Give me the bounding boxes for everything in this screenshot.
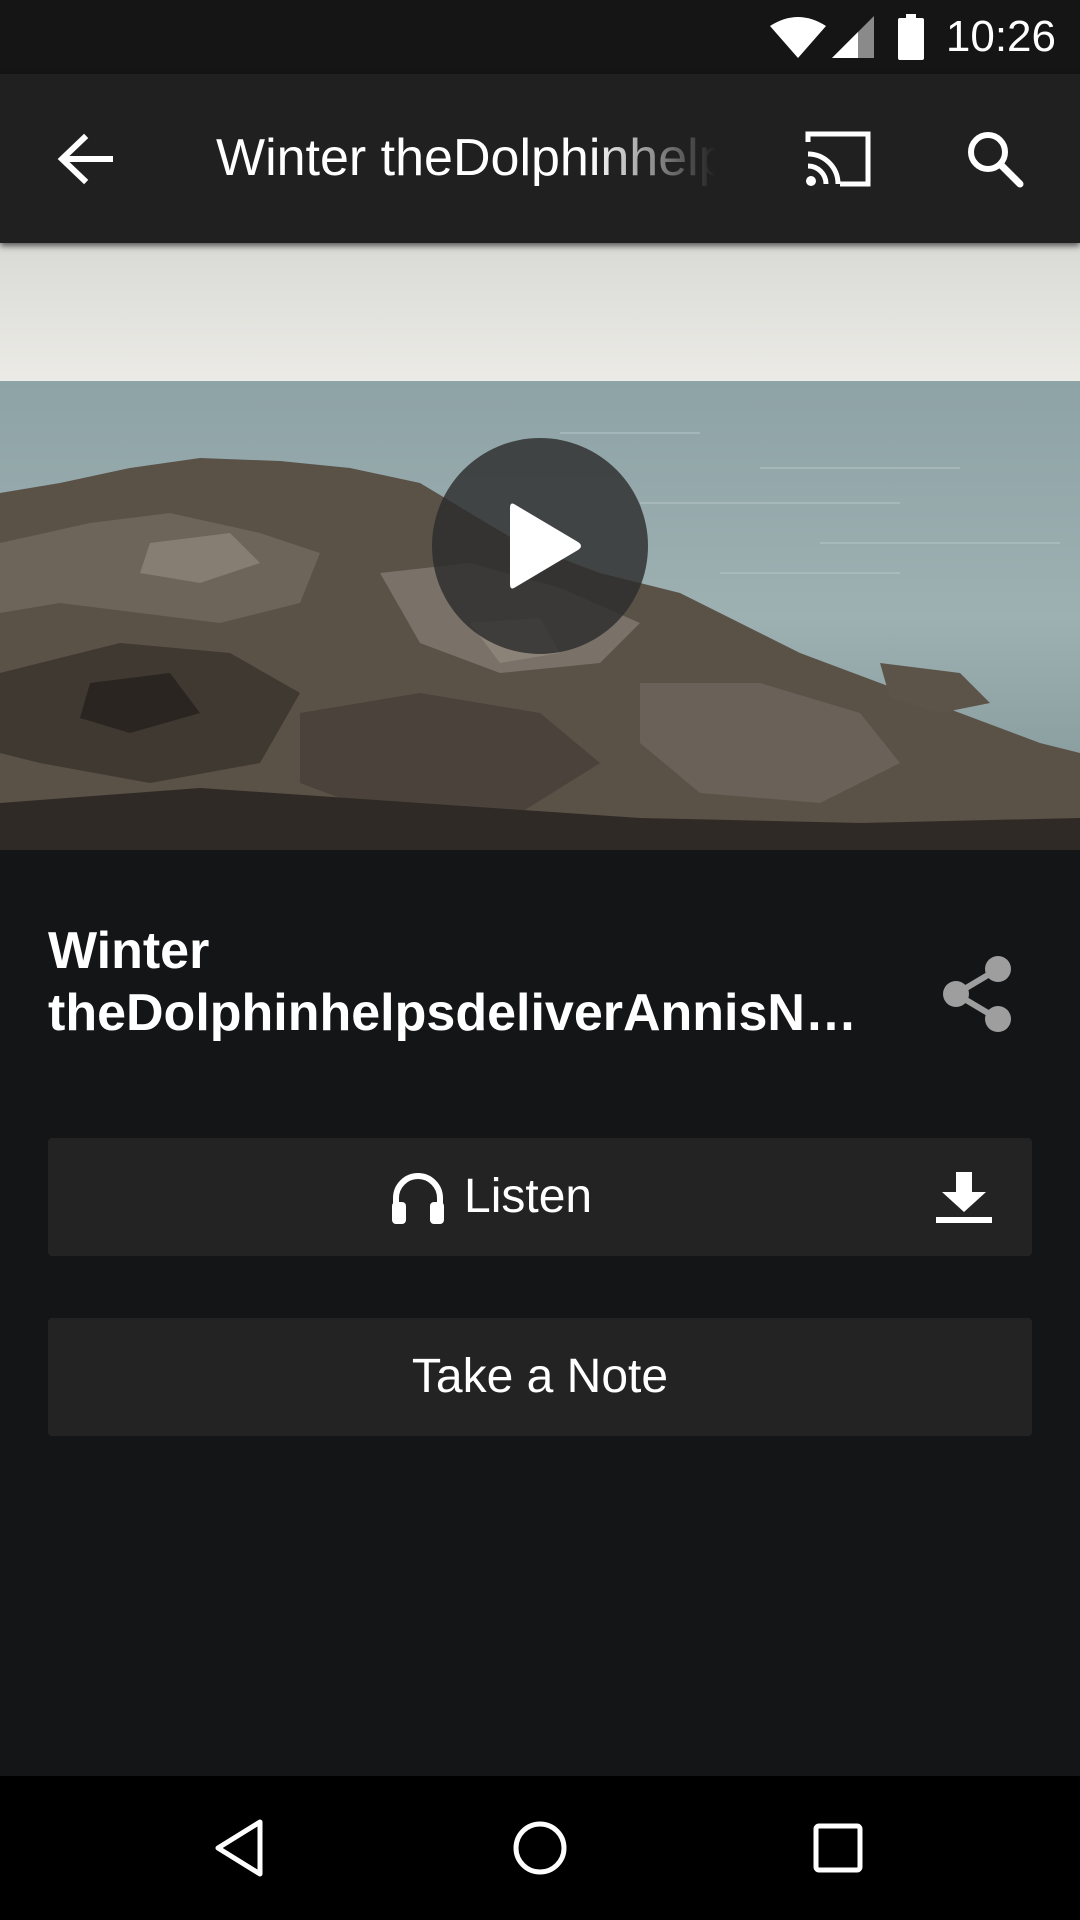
take-note-label: Take a Note	[411, 1350, 669, 1403]
listen-button[interactable]: Listen	[48, 1138, 1032, 1256]
share-icon[interactable]	[942, 955, 1014, 1033]
play-icon	[510, 503, 581, 589]
cast-icon[interactable]	[802, 128, 874, 190]
episode-title-line-1: Winter	[48, 922, 210, 980]
status-time: 10:26	[945, 12, 1056, 61]
episode-title-line-2: theDolphinhelpsdeliverAnnisN…	[48, 984, 857, 1042]
hero-image[interactable]	[0, 243, 1080, 850]
signal-icon	[832, 16, 874, 58]
take-note-button[interactable]: Take a Note	[48, 1318, 1032, 1436]
status-bar: 10:26	[0, 0, 1080, 74]
battery-icon	[898, 14, 924, 60]
episode-screen: 10:26 Winter theDolphinhelpsdeliverAnnis…	[0, 0, 1080, 1920]
system-nav-bar	[0, 1776, 1080, 1920]
nav-recents-icon[interactable]	[806, 1816, 870, 1880]
headphones-icon	[392, 1173, 444, 1224]
download-icon[interactable]	[934, 1170, 994, 1224]
app-bar-title: Winter theDolphinhelpsdeliverAnnisN...	[216, 129, 716, 187]
app-bar: Winter theDolphinhelpsdeliverAnnisN...	[0, 74, 1080, 243]
listen-label: Listen	[464, 1170, 593, 1223]
nav-home-icon[interactable]	[508, 1816, 572, 1880]
status-icons	[770, 14, 924, 60]
play-button[interactable]	[432, 438, 648, 654]
back-arrow-icon[interactable]	[54, 128, 116, 190]
wifi-icon	[770, 17, 826, 58]
search-icon[interactable]	[964, 128, 1026, 190]
nav-back-icon[interactable]	[210, 1816, 274, 1880]
episode-title: Winter theDolphinhelpsdeliverAnnisN…	[48, 920, 878, 1044]
